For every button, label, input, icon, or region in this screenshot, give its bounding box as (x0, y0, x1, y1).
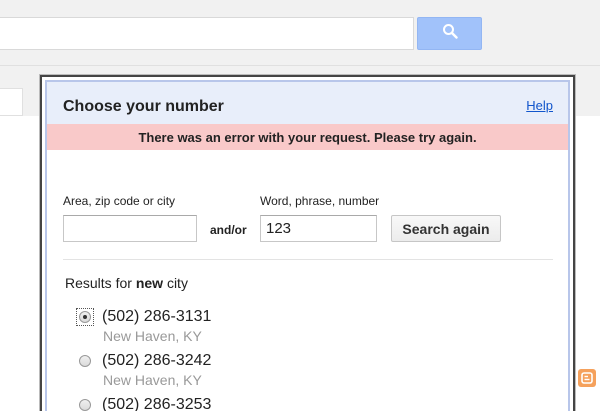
phone-number: (502) 286-3242 (102, 352, 212, 369)
divider (63, 259, 553, 260)
radio-button[interactable] (79, 399, 91, 411)
area-label: Area, zip code or city (63, 194, 176, 208)
results-query: new (135, 275, 164, 291)
search-again-button[interactable]: Search again (391, 215, 501, 242)
dialog-header: Choose your number Help (47, 82, 568, 124)
choose-number-dialog: Choose your number Help There was an err… (40, 75, 575, 411)
area-input[interactable] (63, 215, 197, 242)
dialog-body: Choose your number Help There was an err… (45, 80, 570, 411)
result-city: New Haven, KY (103, 328, 202, 344)
top-search-button[interactable] (417, 17, 482, 50)
radio-button[interactable] (79, 311, 91, 323)
blogger-icon[interactable] (578, 369, 596, 387)
results-suffix: city (166, 275, 188, 291)
result-city: New Haven, KY (103, 372, 202, 388)
word-label: Word, phrase, number (260, 194, 380, 208)
dialog-title: Choose your number (63, 98, 224, 115)
radio-button[interactable] (79, 355, 91, 367)
error-banner: There was an error with your request. Pl… (47, 124, 568, 150)
and-or-label: and/or (210, 223, 247, 237)
results-heading: Results for new city (65, 275, 188, 291)
help-link[interactable]: Help (526, 98, 553, 113)
top-bar (0, 0, 600, 66)
top-search-input[interactable] (0, 17, 414, 50)
phone-number: (502) 286-3253 (102, 396, 212, 411)
search-icon (442, 23, 458, 44)
phone-number: (502) 286-3131 (102, 308, 212, 325)
left-panel-edge (0, 88, 23, 116)
word-input[interactable] (260, 215, 377, 242)
results-prefix: Results for (65, 275, 132, 291)
